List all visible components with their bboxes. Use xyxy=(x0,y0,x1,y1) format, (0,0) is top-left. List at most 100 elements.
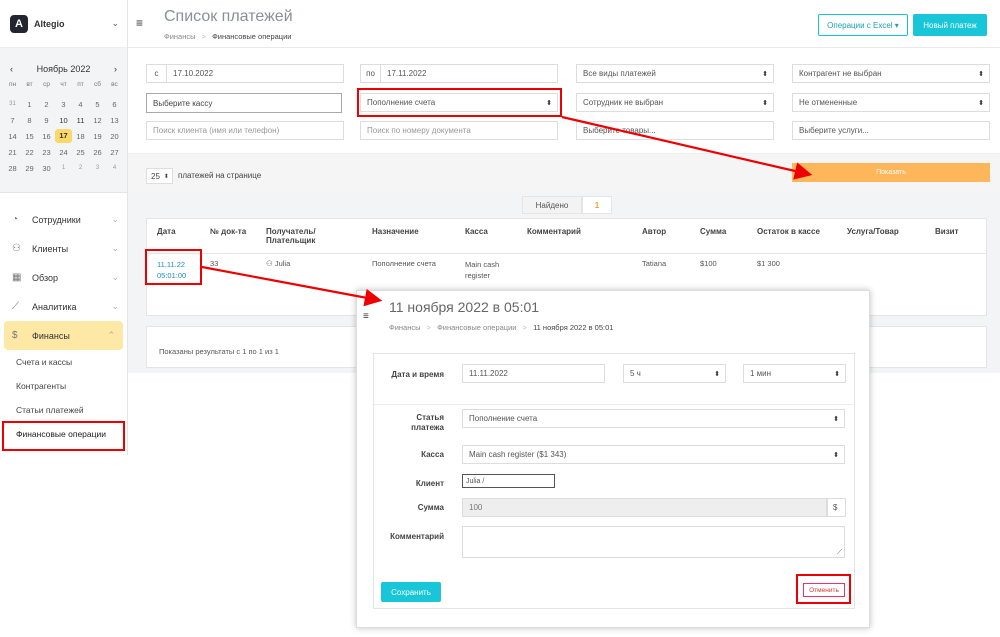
date-from-field[interactable]: с 17.10.2022 xyxy=(146,64,344,83)
calendar-day[interactable]: 19 xyxy=(89,132,106,141)
col-sum[interactable]: Сумма xyxy=(700,227,726,236)
col-service[interactable]: Услуга/Товар xyxy=(847,227,899,236)
date-to-field[interactable]: по 17.11.2022 xyxy=(360,64,558,83)
minute-select[interactable]: 1 мин xyxy=(743,364,846,383)
col-date[interactable]: Дата xyxy=(157,227,176,236)
col-visit[interactable]: Визит xyxy=(935,227,959,236)
col-comment[interactable]: Комментарий xyxy=(527,227,581,236)
calendar-day[interactable]: 4 xyxy=(72,100,89,109)
client-search-input[interactable]: Поиск клиента (имя или телефон) xyxy=(146,121,344,140)
services-select[interactable]: Выберите услуги... xyxy=(792,121,990,140)
calendar-day[interactable]: 1 xyxy=(21,100,38,109)
calendar-day[interactable]: 10 xyxy=(55,116,72,125)
calendar-day[interactable]: 6 xyxy=(106,100,123,109)
row-payer[interactable]: ⚇ Julia xyxy=(266,259,290,268)
calendar-day[interactable]: 7 xyxy=(4,116,21,125)
cash-select[interactable]: Выберите кассу xyxy=(146,93,342,113)
calendar-day[interactable]: 27 xyxy=(106,148,123,157)
document-search-input[interactable]: Поиск по номеру документа xyxy=(360,121,558,140)
calendar-day[interactable]: 22 xyxy=(21,148,38,157)
calendar-day[interactable]: 4 xyxy=(106,165,123,171)
nav-item-clients[interactable]: ⚇ Клиенты ⌄ xyxy=(0,234,127,263)
calendar-day[interactable]: 30 xyxy=(38,164,55,173)
status-select[interactable]: Не отмененные xyxy=(792,93,990,112)
calendar-day[interactable]: 31 xyxy=(4,101,21,107)
calendar-day[interactable]: 5 xyxy=(89,100,106,109)
col-cash[interactable]: Касса xyxy=(465,227,488,236)
calendar-day[interactable]: 17 xyxy=(55,129,72,143)
row-sum: $100 xyxy=(700,259,717,268)
breadcrumb-finance[interactable]: Финансы xyxy=(389,323,421,332)
col-rest[interactable]: Остаток в кассе xyxy=(757,227,820,236)
calendar-day[interactable]: 15 xyxy=(21,132,38,141)
breadcrumb-operations[interactable]: Финансовые операции xyxy=(437,323,516,332)
sub-item-counterparties[interactable]: Контрагенты xyxy=(0,374,127,398)
goods-select[interactable]: Выберите товары... xyxy=(576,121,774,140)
calendar-day[interactable]: 16 xyxy=(38,132,55,141)
nav-label: Аналитика xyxy=(32,301,77,312)
sub-item-financial-operations[interactable]: Финансовые операции xyxy=(0,422,127,446)
sub-item-accounts[interactable]: Счета и кассы xyxy=(0,350,127,374)
calendar-day[interactable]: 2 xyxy=(72,165,89,171)
comment-textarea[interactable]: ⟋ xyxy=(462,526,845,558)
new-payment-button[interactable]: Новый платеж xyxy=(913,14,987,36)
save-button[interactable]: Сохранить xyxy=(381,582,441,602)
nav-item-overview[interactable]: ▦ Обзор ⌄ xyxy=(0,263,127,292)
show-button[interactable]: Показать xyxy=(792,163,990,182)
nav-item-finance[interactable]: $ Финансы ⌃ xyxy=(4,321,123,350)
menu-icon[interactable]: ≡ xyxy=(136,16,143,30)
chevron-down-icon[interactable]: ⌄ xyxy=(111,18,119,29)
nav-item-employees[interactable]: ◔ Сотрудники ⌄ xyxy=(0,205,127,234)
counterparty-select[interactable]: Контрагент не выбран xyxy=(792,64,990,83)
calendar-day[interactable]: 2 xyxy=(38,100,55,109)
main-nav: ◔ Сотрудники ⌄ ⚇ Клиенты ⌄ ▦ Обзор ⌄ ⟋ Аналитик… xyxy=(0,193,127,446)
calendar-prev-icon[interactable]: ‹ xyxy=(10,64,13,74)
col-payer[interactable]: Получатель/ Плательщик xyxy=(266,227,346,245)
calendar-day[interactable]: 1 xyxy=(55,165,72,171)
purpose-select[interactable]: Пополнение счета xyxy=(360,93,558,112)
nav-item-analytics[interactable]: ⟋ Аналитика ⌄ xyxy=(0,292,127,321)
calendar-day[interactable]: 20 xyxy=(106,132,123,141)
hour-select[interactable]: 5 ч xyxy=(623,364,726,383)
payment-item-select[interactable]: Пополнение счета xyxy=(462,409,845,428)
payment-types-select[interactable]: Все виды платежей xyxy=(576,64,774,83)
calendar-day[interactable]: 28 xyxy=(4,164,21,173)
filters-panel: с 17.10.2022 по 17.11.2022 Все виды платеж… xyxy=(128,48,1000,154)
calendar-month: Ноябрь 2022 xyxy=(36,64,91,74)
calendar-day[interactable]: 23 xyxy=(38,148,55,157)
sum-input[interactable]: 100 xyxy=(462,498,827,517)
calendar-day[interactable]: 3 xyxy=(55,100,72,109)
calendar-day[interactable]: 29 xyxy=(21,164,38,173)
col-author[interactable]: Автор xyxy=(642,227,666,236)
calendar-day[interactable]: 18 xyxy=(72,132,89,141)
excel-operations-button[interactable]: Операции с Excel ▾ xyxy=(818,14,908,36)
users-icon: ⚇ xyxy=(266,259,275,268)
employee-select[interactable]: Сотрудник не выбран xyxy=(576,93,774,112)
menu-icon[interactable]: ≡ xyxy=(363,311,369,322)
col-purpose[interactable]: Назначение xyxy=(372,227,419,236)
cash-select[interactable]: Main cash register ($1 343) xyxy=(462,445,845,464)
calendar-day[interactable]: 9 xyxy=(38,116,55,125)
cancel-button[interactable]: Отменить xyxy=(803,583,845,597)
calendar-day[interactable]: 8 xyxy=(21,116,38,125)
calendar-day[interactable]: 26 xyxy=(89,148,106,157)
calendar-day[interactable]: 21 xyxy=(4,148,21,157)
client-input[interactable]: Julia / xyxy=(462,474,555,488)
form-divider xyxy=(374,404,854,405)
brand-header[interactable]: A Altegio ⌄ xyxy=(0,0,127,48)
sub-item-payment-items[interactable]: Статьи платежей xyxy=(0,398,127,422)
calendar-next-icon[interactable]: › xyxy=(114,64,117,74)
calendar-day[interactable]: 3 xyxy=(89,165,106,171)
calendar-day[interactable]: 11 xyxy=(72,116,89,125)
calendar-day[interactable]: 14 xyxy=(4,132,21,141)
per-page-select[interactable]: 25 ⬍ xyxy=(146,168,173,184)
calendar-day[interactable]: 25 xyxy=(72,148,89,157)
row-date-link[interactable]: 11.11.22 05:01:00 xyxy=(157,259,186,281)
resize-handle-icon[interactable]: ⟋ xyxy=(837,549,842,557)
calendar-day[interactable]: 13 xyxy=(106,116,123,125)
date-input[interactable]: 11.11.2022 xyxy=(462,364,605,383)
breadcrumb-finance[interactable]: Финансы xyxy=(164,32,196,41)
calendar-day[interactable]: 12 xyxy=(89,116,106,125)
calendar-day[interactable]: 24 xyxy=(55,148,72,157)
col-doc[interactable]: № док-та xyxy=(210,227,246,236)
